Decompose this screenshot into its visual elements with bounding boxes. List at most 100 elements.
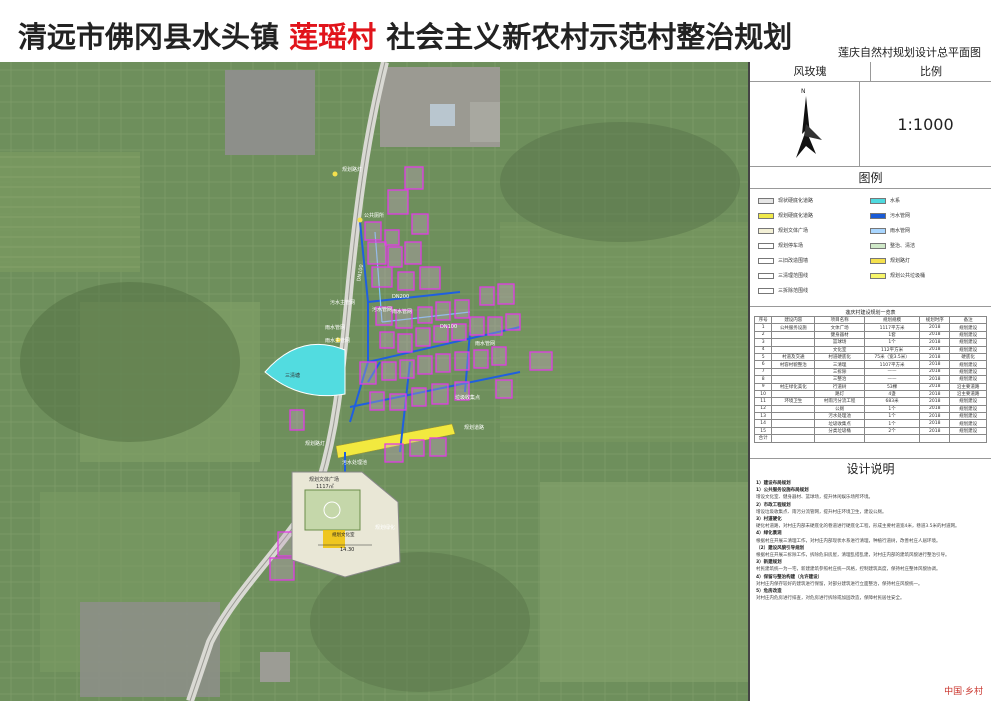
legend-label: 水系 (890, 198, 901, 204)
table-cell: 规划建设 (949, 323, 987, 332)
table-cell: 健身器材 (814, 330, 865, 340)
table-cell: 文体广场 (814, 323, 865, 332)
table-cell: 公厕 (814, 404, 865, 414)
table-row: 7 三拆除 —— 2018 规划建设 (753, 367, 987, 377)
table-cell: 1个 (863, 412, 921, 421)
table-header-cell: 规划规模 (863, 315, 921, 325)
table-cell: 1107平方米 (863, 360, 921, 369)
table-cell: 村雨污分流工程 (814, 397, 865, 406)
table-cell (771, 434, 816, 443)
table-row: 11 环境卫生 村雨污分流工程 683米 2018 规划建设 (753, 397, 987, 406)
table-cell: 112平方米 (863, 345, 921, 354)
table-cell: 1个 (863, 419, 921, 428)
compass-label: 风玫瑰 (750, 62, 871, 81)
table-cell: 1117平方米 (863, 323, 921, 332)
table-cell: 2018 (919, 389, 951, 399)
table-cell: —— (863, 367, 921, 377)
legend-swatch (758, 287, 774, 294)
map-label-road: 规划道路 (464, 425, 485, 431)
table-cell (863, 434, 921, 443)
map-label-culture-room: 规划文化室 (332, 533, 355, 538)
table-cell: 75米（宽3.5米） (863, 352, 921, 362)
plan-table: 序号 建设内容 项目名称 规划规模 规划时序 备注 1 公共服务设施 文体广场 1117平方米 2… (753, 315, 987, 443)
legend-item: 整治、清洁 (870, 242, 915, 249)
table-cell: 规划建设 (949, 426, 987, 436)
page-subtitle: 莲庆自然村规划设计总平面图 (838, 46, 981, 59)
map-label-dn3: DN200 (392, 294, 410, 300)
table-cell: 2 (753, 330, 773, 340)
table-cell: 路灯 (814, 389, 865, 399)
table-cell: 2018 (919, 338, 951, 347)
table-cell: 13 (753, 412, 773, 421)
table-cell (771, 330, 816, 340)
legend-item: 规划文体广场 (758, 227, 808, 234)
legend-label: 三拆除范围线 (778, 288, 809, 294)
table-cell: 规划建设 (949, 338, 987, 347)
table-row: 15 分类垃圾桶 2个 2018 规划建设 (753, 426, 987, 436)
legend-label: 污水管网 (890, 213, 911, 219)
table-cell: 村容村貌整治 (771, 360, 816, 369)
table-cell (771, 419, 816, 428)
map-label-rain-pipe-3: 雨水管网 (475, 341, 496, 347)
table-cell: 垃圾收集点 (814, 419, 865, 428)
description-paragraph: 根据村庄开展三拆除工作，拆除危旧房屋，清理乱搭乱建，对村庄内部的建筑风貌进行整治… (756, 553, 950, 559)
description-title: 设计说明 (846, 462, 895, 476)
legend-title: 图例 (750, 167, 991, 189)
legend-swatch (870, 227, 886, 234)
legend-label: 规划公共垃圾桶 (890, 273, 926, 279)
legend-item: 水系 (870, 197, 900, 204)
legend-item: 规划硬底化道路 (758, 212, 813, 219)
table-cell (771, 345, 816, 354)
existing-buildings (430, 104, 455, 126)
legend-swatch (870, 212, 886, 219)
table-cell (771, 426, 816, 436)
table-row: 4 文化室 112平方米 2018 规划建设 (753, 345, 987, 354)
table-cell: 14 (753, 419, 773, 428)
tree-cluster (500, 122, 740, 242)
legend-swatch (758, 242, 774, 249)
legend-label: 规划文体广场 (778, 228, 809, 234)
legend-item: 现状硬底化道路 (758, 197, 813, 204)
legend-swatch (758, 197, 774, 204)
table-cell: 2018 (919, 352, 951, 362)
table-cell: 村道硬底化 (814, 352, 865, 362)
table-cell: 2018 (919, 323, 951, 332)
table-cell (814, 434, 865, 443)
table-cell: 7 (753, 367, 773, 377)
table-cell: 6 (753, 360, 773, 369)
table-cell: 三清理 (814, 360, 865, 369)
page-title: 清远市佛冈县水头镇 莲瑶村 社会主义新农村示范村整治规划 (18, 14, 792, 56)
table-cell (771, 338, 816, 347)
table-cell (949, 434, 987, 443)
table-cell (771, 367, 816, 377)
table-row: 1 公共服务设施 文体广场 1117平方米 2018 规划建设 (753, 323, 987, 332)
table-cell: 2018 (919, 360, 951, 369)
title-village-name: 莲瑶村 (289, 20, 377, 54)
description-paragraph: 增设文化室、健身器材、篮球场，提升休闲娱乐场所环境。 (756, 495, 873, 501)
title-prefix: 清远市佛冈县水头镇 (18, 20, 280, 54)
table-cell (771, 375, 816, 384)
table-cell: 12 (753, 404, 773, 414)
table-cell: 2018 (919, 404, 951, 414)
map-label-streetlight-2: 规划路灯 (305, 441, 326, 447)
watermark: 中国·乡村 (944, 687, 983, 697)
table-body: 1 公共服务设施 文体广场 1117平方米 2018 规划建设 2 健身器材 1套 2018 规划建… (753, 323, 987, 443)
table-row: 合计 (753, 434, 987, 443)
satellite-map: 规划路灯 公共厕所 污水主管网 污水管网 雨水管网 雨水管网 雨水主管网 雨水管… (0, 62, 748, 701)
description-heading: 5）危房改造 (756, 589, 782, 595)
legend-item: 规划停车场 (758, 242, 803, 249)
table-cell: 2018 (919, 345, 951, 354)
table-row: 3 篮球场 1个 2018 规划建设 (753, 338, 987, 347)
table-row: 14 垃圾收集点 1个 2018 规划建设 (753, 419, 987, 428)
map-label-dims: 14.30 (340, 547, 355, 553)
map-label-square-area: 1117㎡ (316, 484, 334, 490)
description-heading: （2）建设风貌引导规划 (756, 545, 805, 551)
streetlight-marker (357, 217, 363, 223)
table-cell: 三拆除 (814, 367, 865, 377)
existing-buildings (470, 102, 500, 142)
legend-item: 三旧改造围墙 (758, 257, 808, 264)
field-block (540, 482, 748, 682)
legend-item: 雨水管网 (870, 227, 910, 234)
map-svg (0, 62, 748, 701)
legend-swatch (758, 212, 774, 219)
